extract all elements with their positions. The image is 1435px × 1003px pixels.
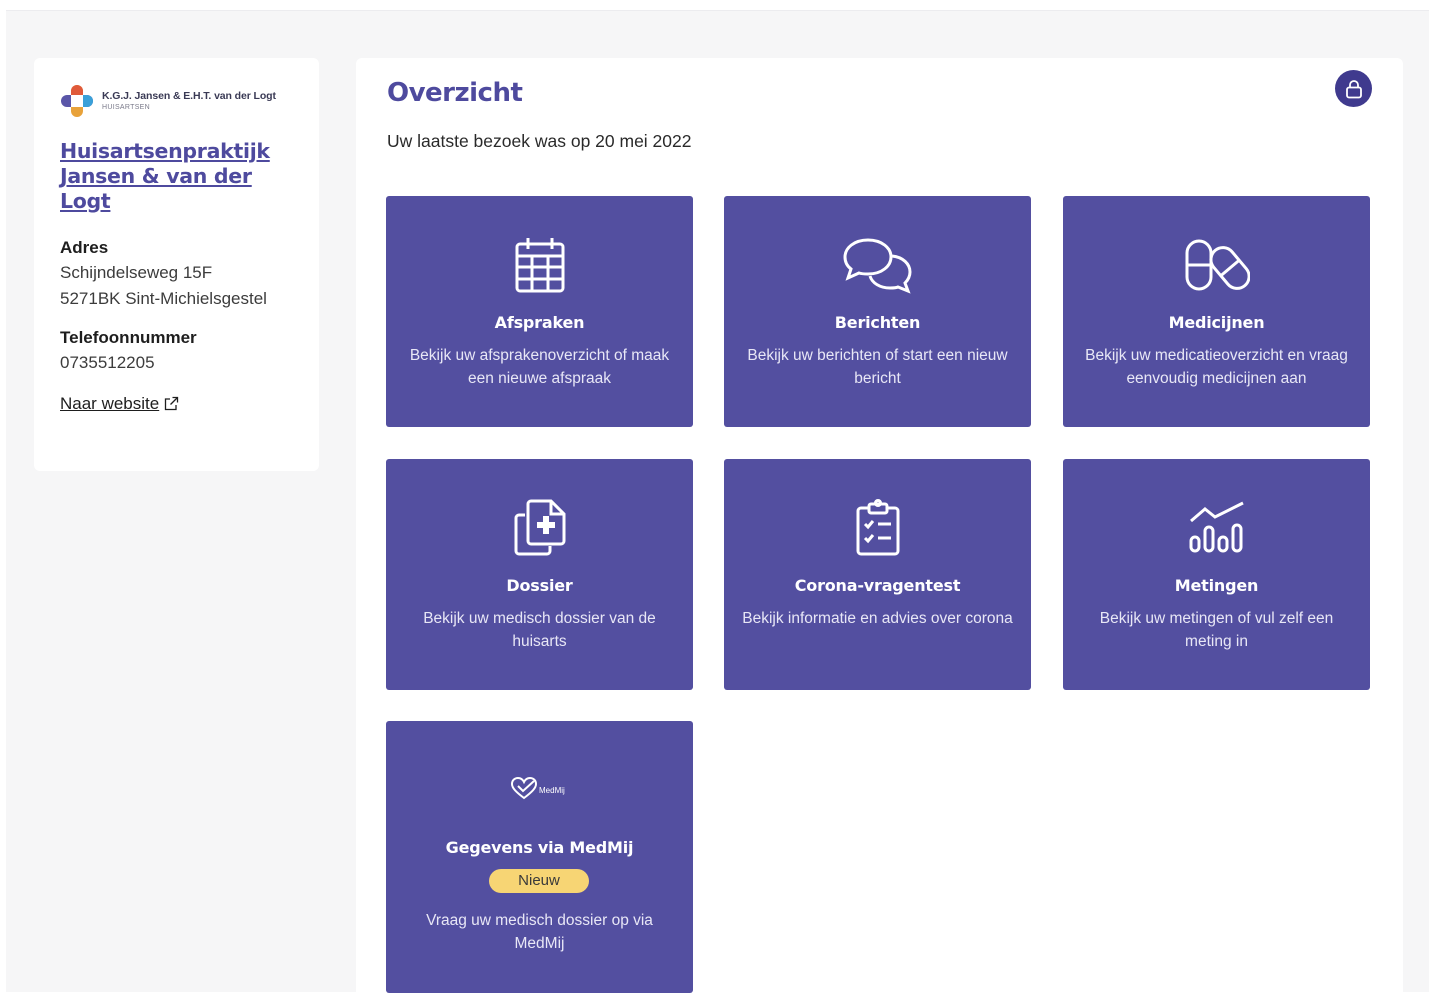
last-visit-text: Uw laatste bezoek was op 20 mei 2022 (387, 131, 692, 151)
address-line1: Schijndelseweg 15F (60, 263, 213, 282)
chat-bubbles-icon (842, 238, 912, 294)
checklist-clipboard-icon (856, 499, 899, 556)
phone-value: 0735512205 (60, 353, 155, 372)
tile-afspraken[interactable]: Afspraken Bekijk uw afsprakenoverzicht o… (386, 196, 693, 427)
tile-medicijnen[interactable]: Medicijnen Bekijk uw medicatieoverzicht … (1063, 196, 1370, 427)
tile-description: Bekijk uw berichten of start een nieuw b… (747, 347, 1008, 387)
tile-corona-vragentest[interactable]: Corona-vragentest Bekijk informatie en a… (724, 459, 1031, 690)
logo-name: K.G.J. Jansen & E.H.T. van der Logt (102, 89, 276, 102)
tile-description: Vraag uw medisch dossier op via MedMij (426, 912, 653, 952)
tile-title: Afspraken (494, 313, 585, 332)
medmij-logo-icon: MedMij (510, 776, 565, 800)
app-frame: K.G.J. Jansen & E.H.T. van der Logt HUIS… (6, 10, 1429, 1003)
tile-dossier[interactable]: Dossier Bekijk uw medisch dossier van de… (386, 459, 693, 690)
practice-name-link[interactable]: Huisartsenpraktijk Jansen & van der Logt (60, 139, 293, 214)
medical-file-icon (514, 499, 565, 556)
tile-gegevens-medmij[interactable]: MedMij Gegevens via MedMij Nieuw Vraag u… (386, 721, 693, 993)
website-link[interactable]: Naar website (60, 394, 179, 414)
practice-name-line2: Jansen & van der Logt (60, 164, 252, 213)
practice-name-line1: Huisartsenpraktijk (60, 139, 270, 163)
logo-subtitle: HUISARTSEN (102, 104, 150, 112)
lock-button[interactable] (1335, 70, 1372, 107)
practice-sidebar: K.G.J. Jansen & E.H.T. van der Logt HUIS… (34, 58, 319, 471)
tile-description: Bekijk informatie en advies over corona (742, 610, 1013, 627)
phone-label: Telefoonnummer (60, 328, 197, 347)
practice-logo: K.G.J. Jansen & E.H.T. van der Logt HUIS… (60, 85, 293, 117)
pills-icon (1185, 239, 1250, 291)
tile-description: Bekijk uw afsprakenoverzicht of maak een… (409, 347, 670, 387)
tile-title: Corona-vragentest (794, 576, 961, 595)
tile-title: Metingen (1174, 576, 1259, 595)
lock-icon (1345, 79, 1362, 98)
tile-description: Bekijk uw medicatieoverzicht en vraag ee… (1085, 347, 1348, 387)
tile-title: Berichten (834, 313, 921, 332)
tile-title: Medicijnen (1168, 313, 1265, 332)
tile-description: Bekijk uw medisch dossier van de huisart… (423, 610, 656, 650)
svg-text:MedMij: MedMij (539, 786, 565, 795)
tile-title: Dossier (506, 576, 573, 595)
overview-panel: Overzicht Uw laatste bezoek was op 20 me… (356, 58, 1403, 1003)
address-label: Adres (60, 238, 109, 257)
page-title: Overzicht (387, 78, 523, 108)
tile-title: Gegevens via MedMij (445, 838, 634, 857)
website-link-label: Naar website (60, 394, 160, 413)
address-line2: 5271BK Sint-Michielsgestel (60, 289, 267, 308)
tile-metingen[interactable]: Metingen Bekijk uw metingen of vul zelf … (1063, 459, 1370, 690)
external-link-icon (165, 396, 179, 411)
practice-cross-logo-icon (61, 85, 93, 117)
measurements-chart-icon (1189, 501, 1244, 553)
address-value: Schijndelseweg 15F 5271BK Sint-Michielsg… (60, 260, 293, 312)
tile-description: Bekijk uw metingen of vul zelf een metin… (1099, 610, 1334, 650)
tile-berichten[interactable]: Berichten Bekijk uw berichten of start e… (724, 196, 1031, 427)
calendar-icon (515, 238, 564, 293)
new-badge: Nieuw (489, 869, 589, 893)
